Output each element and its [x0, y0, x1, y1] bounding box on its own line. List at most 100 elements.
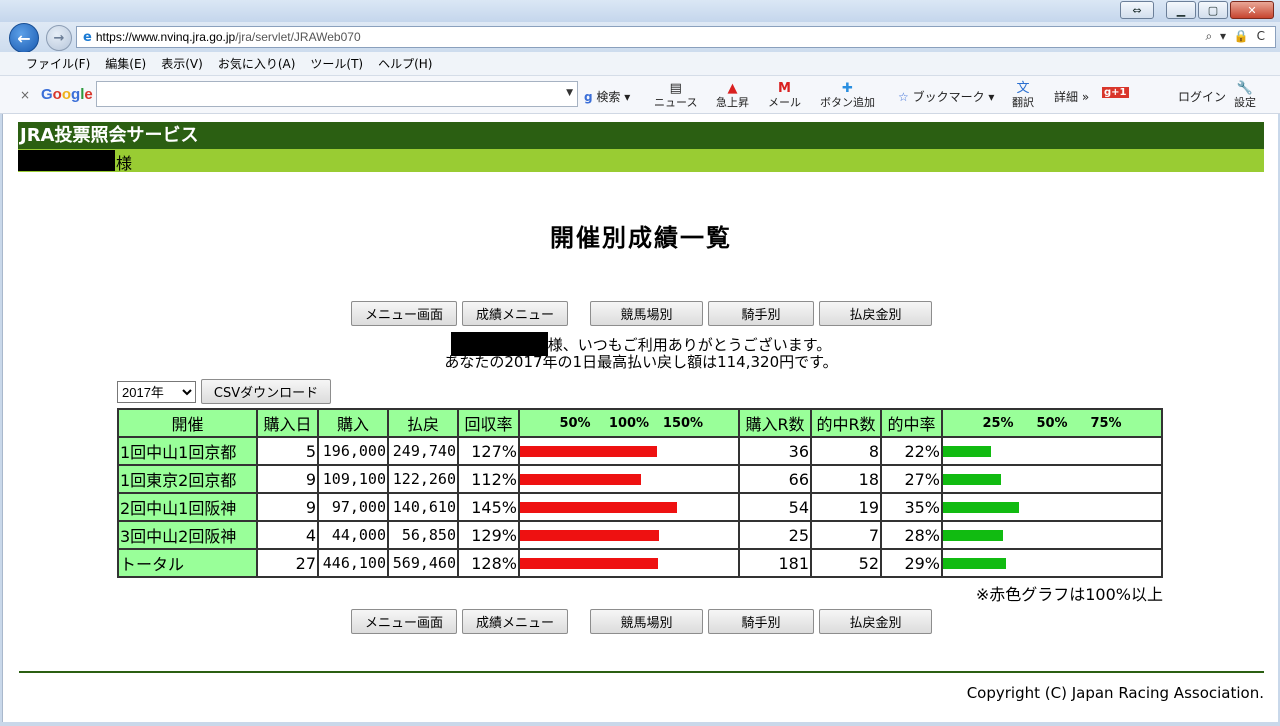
- payout-cell: 140,610: [387, 492, 459, 522]
- recovery-bar-cell: [518, 464, 740, 494]
- by-jockey-button[interactable]: 騎手別: [708, 609, 814, 634]
- by-payout-button[interactable]: 払戻金別: [819, 609, 932, 634]
- menu-view[interactable]: 表示(V): [161, 55, 203, 72]
- google-search-button[interactable]: g 検索 ▾: [584, 88, 630, 105]
- hit-bar: [943, 473, 1001, 485]
- col-recovery: 回収率: [457, 408, 520, 438]
- menu-screen-button[interactable]: メニュー画面: [351, 301, 457, 326]
- table-header-row: 開催 購入日 購入 払戻 回収率 50% 100% 150% 購入R数 的中R数…: [117, 408, 1163, 438]
- translate-icon: 文: [1016, 81, 1030, 96]
- col-days: 購入日: [256, 408, 319, 438]
- settings-label: 設定: [1234, 96, 1256, 109]
- toolbar-close-icon[interactable]: ×: [20, 88, 30, 102]
- google-search-input[interactable]: [99, 82, 559, 104]
- restore-tabs-button[interactable]: ⇔: [1120, 1, 1154, 19]
- recovery-cell: 145%: [457, 492, 520, 522]
- news-button[interactable]: ▤ ニュース: [654, 82, 697, 109]
- recovery-bar: [520, 557, 658, 569]
- payout-cell: 569,460: [387, 548, 459, 578]
- add-button[interactable]: ✚ ボタン追加: [820, 82, 875, 109]
- maximize-button[interactable]: ▢: [1198, 1, 1228, 19]
- results-table: 開催 購入日 購入 払戻 回収率 50% 100% 150% 購入R数 的中R数…: [117, 408, 1163, 578]
- url-domain: nvinq.jra.go.jp: [160, 30, 236, 44]
- recovery-bar: [520, 529, 659, 541]
- year-select[interactable]: 2017年: [117, 381, 196, 403]
- col-hit-graph: 25% 50% 75%: [941, 408, 1163, 438]
- copyright-text: Copyright (C) Japan Racing Association.: [966, 684, 1264, 702]
- hit-bar-cell: [941, 492, 1163, 522]
- trend-button[interactable]: ▲ 急上昇: [716, 82, 749, 109]
- search-label: 検索: [596, 90, 621, 104]
- translate-button[interactable]: 文翻訳: [1012, 82, 1034, 109]
- arrow-up-icon: ▲: [727, 81, 738, 96]
- menu-screen-button[interactable]: メニュー画面: [351, 609, 457, 634]
- recovery-bar-cell: [518, 436, 740, 466]
- gmail-icon: M: [778, 81, 791, 96]
- csv-download-button[interactable]: CSVダウンロード: [201, 379, 331, 404]
- settings-button[interactable]: 🔧 設定: [1234, 82, 1256, 109]
- col-venue: 開催: [117, 408, 258, 438]
- recovery-bar: [520, 501, 677, 513]
- scale-label: 25%: [982, 415, 1014, 431]
- by-racecourse-button[interactable]: 競馬場別: [590, 301, 703, 326]
- top-button-row: メニュー画面 成績メニュー 競馬場別 騎手別 払戻金別: [351, 301, 937, 326]
- payout-cell: 122,260: [387, 464, 459, 494]
- menu-edit[interactable]: 編集(E): [105, 55, 146, 72]
- back-button[interactable]: ←: [9, 23, 39, 53]
- recovery-cell: 127%: [457, 436, 520, 466]
- scale-label: 50%: [1036, 415, 1068, 431]
- by-payout-button[interactable]: 払戻金別: [819, 301, 932, 326]
- results-menu-button[interactable]: 成績メニュー: [462, 301, 568, 326]
- table-row: 2回中山1回阪神 9 97,000 140,610 145% 54 19 35%: [117, 492, 1163, 522]
- chevron-down-icon[interactable]: ▼: [566, 88, 573, 98]
- login-button[interactable]: ログイン: [1178, 88, 1226, 105]
- col-races: 購入R数: [738, 408, 812, 438]
- search-icon: g: [584, 90, 593, 104]
- google-search-box[interactable]: ▼: [96, 81, 578, 107]
- close-window-button[interactable]: ✕: [1230, 1, 1274, 19]
- address-tools[interactable]: ⌕ ▾ 🔒 C: [1205, 29, 1267, 44]
- hit-bar-cell: [941, 436, 1163, 466]
- recovery-bar: [520, 445, 657, 457]
- gplus-button[interactable]: g+1: [1102, 87, 1129, 98]
- col-payout: 払戻: [387, 408, 459, 438]
- scale-label: 100%: [608, 415, 650, 431]
- col-hits: 的中R数: [810, 408, 882, 438]
- details-button[interactable]: 詳細 »: [1054, 88, 1089, 105]
- menu-bar: ファイル(F) 編集(E) 表示(V) お気に入り(A) ツール(T) ヘルプ(…: [0, 52, 1280, 76]
- mail-button[interactable]: M メール: [768, 82, 801, 109]
- hit-bar: [943, 557, 1006, 569]
- plus-icon: ✚: [842, 81, 853, 96]
- menu-tools[interactable]: ツール(T): [310, 55, 363, 72]
- bookmark-button[interactable]: ☆ ブックマーク ▾: [898, 88, 994, 105]
- hit-rate-cell: 22%: [880, 436, 943, 466]
- hit-bar-cell: [941, 520, 1163, 550]
- bet-cell: 446,100: [317, 548, 389, 578]
- results-menu-button[interactable]: 成績メニュー: [462, 609, 568, 634]
- window-titlebar: ⇔ ▁ ▢ ✕: [0, 0, 1280, 22]
- bet-cell: 109,100: [317, 464, 389, 494]
- address-bar[interactable]: e https://www. nvinq.jra.go.jp/jra/servle…: [76, 26, 1276, 48]
- races-cell: 54: [738, 492, 812, 522]
- redacted-username: [18, 150, 115, 171]
- hit-bar-cell: [941, 548, 1163, 578]
- bookmark-label: ブックマーク: [912, 90, 985, 104]
- recovery-bar-cell: [518, 548, 740, 578]
- forward-button[interactable]: →: [46, 25, 72, 51]
- menu-file[interactable]: ファイル(F): [26, 55, 90, 72]
- minimize-button[interactable]: ▁: [1166, 1, 1196, 19]
- days-cell: 9: [256, 464, 319, 494]
- menu-favorites[interactable]: お気に入り(A): [218, 55, 296, 72]
- recovery-scale: 50% 100% 150%: [521, 416, 737, 431]
- hit-bar: [943, 445, 991, 457]
- by-racecourse-button[interactable]: 競馬場別: [590, 609, 703, 634]
- races-cell: 25: [738, 520, 812, 550]
- address-bar-row: ← → e https://www. nvinq.jra.go.jp/jra/se…: [0, 22, 1280, 53]
- hits-cell: 52: [810, 548, 882, 578]
- hits-cell: 19: [810, 492, 882, 522]
- col-bet: 購入: [317, 408, 389, 438]
- menu-help[interactable]: ヘルプ(H): [378, 55, 432, 72]
- by-jockey-button[interactable]: 騎手別: [708, 301, 814, 326]
- page-content: JRA投票照会サービス 様 開催別成績一覧 メニュー画面 成績メニュー 競馬場別…: [2, 114, 1278, 722]
- recovery-cell: 128%: [457, 548, 520, 578]
